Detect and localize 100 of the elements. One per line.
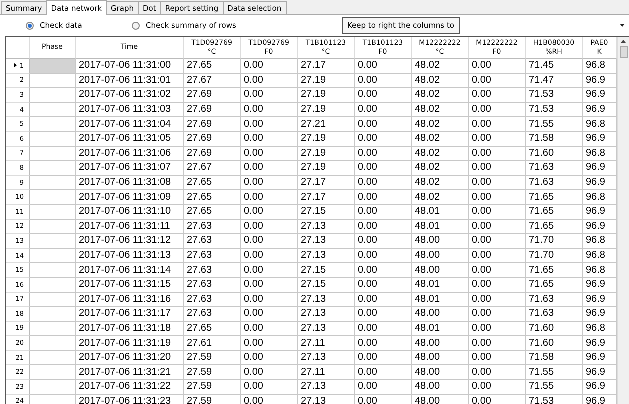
table-cell: 71.63 [526, 161, 583, 176]
table-cell: 27.63 [184, 220, 241, 234]
table-cell: 96.8 [583, 190, 617, 205]
table-cell [30, 248, 76, 264]
table-cell: 96.9 [583, 161, 617, 176]
table-cell: 0.00 [241, 234, 298, 249]
table-cell: 0.00 [355, 161, 412, 176]
table-cell: 0.00 [355, 350, 412, 366]
table-cell: 27.19 [298, 88, 355, 103]
table-cell: 2017-07-06 11:31:08 [76, 176, 184, 190]
table-cell [30, 59, 76, 74]
table-cell: 0.00 [355, 336, 412, 351]
table-cell [30, 234, 76, 249]
current-row-icon [14, 63, 17, 68]
table-cell: 48.02 [412, 59, 469, 74]
table-cell: 27.13 [298, 322, 355, 336]
table-cell: 27.17 [298, 59, 355, 74]
table-cell: 0.00 [355, 74, 412, 88]
table-cell: 27.11 [298, 365, 355, 380]
table-cell: 0.00 [469, 365, 526, 380]
table-cell: 0.00 [355, 234, 412, 249]
radio-button[interactable] [26, 22, 34, 30]
table-cell: 0.00 [469, 307, 526, 322]
table-cell: 0.00 [241, 190, 298, 205]
table-cell: 96.9 [583, 220, 617, 234]
table-cell: 0.00 [469, 220, 526, 234]
table-cell: 27.13 [298, 234, 355, 249]
table-cell: 96.8 [583, 146, 617, 162]
table-cell: 48.00 [412, 365, 469, 380]
table-cell: 27.65 [184, 190, 241, 205]
table-cell [30, 292, 76, 308]
table-cell: 71.65 [526, 204, 583, 220]
table-cell: 71.70 [526, 248, 583, 264]
table-cell: 27.63 [184, 263, 241, 278]
table-cell: 2017-07-06 11:31:20 [76, 350, 184, 366]
radio-button[interactable] [132, 22, 140, 30]
table-cell [30, 102, 76, 118]
table-cell: 71.63 [526, 292, 583, 308]
table-cell: 0.00 [469, 74, 526, 88]
scrollbar[interactable] [617, 37, 629, 404]
table-cell: 0.00 [241, 146, 298, 162]
table-cell: 27.19 [298, 74, 355, 88]
table-cell: 2017-07-06 11:31:16 [76, 292, 184, 308]
table-cell [30, 146, 76, 162]
table-cell: 71.60 [526, 322, 583, 336]
table-cell: 48.00 [412, 350, 469, 366]
table-cell: 0.00 [469, 190, 526, 205]
table-cell: 0.00 [241, 336, 298, 351]
table-cell: 27.65 [184, 322, 241, 336]
table-cell: 27.19 [298, 161, 355, 176]
table-cell: 27.19 [298, 132, 355, 147]
table-cell: 71.53 [526, 88, 583, 103]
table-cell: 96.9 [583, 74, 617, 88]
dropdown-arrow-icon[interactable] [620, 24, 625, 27]
table-cell: 48.01 [412, 292, 469, 308]
table-cell [30, 307, 76, 322]
table-cell: 2017-07-06 11:31:00 [76, 59, 184, 74]
table-cell: 0.00 [469, 336, 526, 351]
table-cell: 0.00 [355, 132, 412, 147]
table-cell: 71.58 [526, 132, 583, 147]
table-cell: 48.00 [412, 263, 469, 278]
table-cell: 71.65 [526, 190, 583, 205]
table-cell: 0.00 [355, 117, 412, 132]
table-cell [30, 176, 76, 190]
scroll-thumb[interactable] [620, 46, 628, 58]
table-cell: 96.9 [583, 176, 617, 190]
table-cell: 27.61 [184, 336, 241, 351]
table-cell: 0.00 [355, 59, 412, 74]
table-cell [30, 350, 76, 366]
table-cell: 71.55 [526, 380, 583, 395]
table-cell [30, 88, 76, 103]
table-cell: 27.63 [184, 234, 241, 249]
table-cell: 0.00 [241, 176, 298, 190]
table-cell: 0.00 [241, 117, 298, 132]
table-cell: 0.00 [469, 146, 526, 162]
table-cell: 96.8 [583, 263, 617, 278]
table-cell: 27.15 [298, 204, 355, 220]
table-cell [30, 204, 76, 220]
table-cell: 27.65 [184, 59, 241, 74]
table-cell: 0.00 [241, 74, 298, 88]
table-cell: 71.58 [526, 350, 583, 366]
table-cell: 0.00 [469, 350, 526, 366]
table-cell: 48.01 [412, 278, 469, 292]
table-cell: 71.55 [526, 117, 583, 132]
table-cell: 0.00 [469, 322, 526, 336]
table-cell: 27.17 [298, 176, 355, 190]
table-cell: 71.65 [526, 278, 583, 292]
table-cell [30, 161, 76, 176]
table-cell: 2017-07-06 11:31:19 [76, 336, 184, 351]
table-cell: 96.9 [583, 365, 617, 380]
table-cell: 0.00 [469, 204, 526, 220]
table-cell: 27.67 [184, 74, 241, 88]
table-cell: 27.19 [298, 102, 355, 118]
table-cell: 0.00 [241, 365, 298, 380]
table-cell: 27.69 [184, 117, 241, 132]
table-cell: 0.00 [241, 161, 298, 176]
table-cell: 0.00 [355, 88, 412, 103]
table-cell: 27.63 [184, 278, 241, 292]
table-cell: 71.47 [526, 74, 583, 88]
scroll-up-icon[interactable] [621, 40, 626, 43]
